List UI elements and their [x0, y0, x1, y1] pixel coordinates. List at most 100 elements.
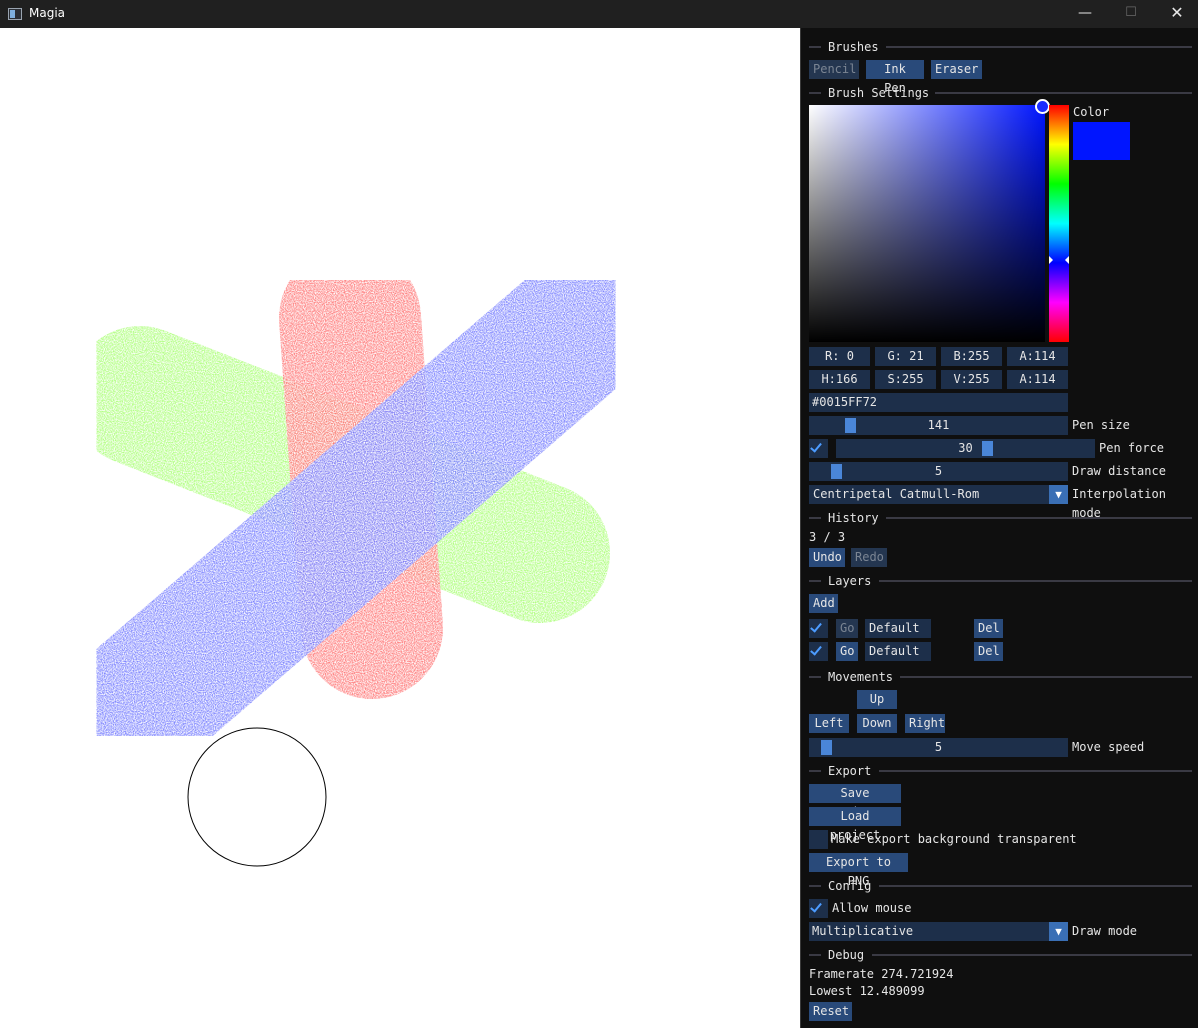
redo-button[interactable]: Redo — [851, 548, 887, 567]
move-right-button[interactable]: Right — [905, 714, 945, 733]
hue-marker-right — [1065, 256, 1069, 264]
separator-line — [872, 954, 1192, 956]
section-header-export: Export — [828, 764, 872, 778]
pen-force-slider[interactable]: 30 — [836, 439, 1095, 458]
blue-channel-field[interactable]: B:255 — [941, 347, 1002, 366]
separator-line — [886, 46, 1192, 48]
transparent-background-checkbox[interactable] — [809, 830, 828, 849]
pen-force-value: 30 — [958, 441, 973, 455]
hex-color-input[interactable]: #0015FF72 — [809, 393, 1068, 412]
separator-line — [809, 954, 821, 956]
hue-field[interactable]: H:166 — [809, 370, 870, 389]
app-icon — [8, 8, 22, 20]
move-speed-slider[interactable]: 5 — [809, 738, 1068, 757]
ink-pen-brush-button[interactable]: Ink Pen — [866, 60, 924, 95]
separator-line — [809, 580, 821, 582]
layer-go-button[interactable]: Go — [836, 619, 858, 638]
undo-button[interactable]: Undo — [809, 548, 845, 567]
check-icon — [810, 440, 822, 453]
color-swatch[interactable] — [1073, 122, 1130, 160]
slider-grab[interactable] — [831, 464, 842, 479]
lowest-framerate-readout: Lowest 12.489099 — [809, 984, 925, 998]
reset-button[interactable]: Reset — [809, 1002, 852, 1021]
layer-delete-button[interactable]: Del — [974, 619, 1003, 638]
separator-line — [879, 770, 1192, 772]
allow-mouse-label: Allow mouse — [832, 901, 912, 915]
brush-cursor — [187, 727, 327, 867]
separator-line — [809, 885, 821, 887]
eraser-brush-button[interactable]: Eraser — [931, 60, 982, 79]
separator-line — [886, 517, 1192, 519]
color-picker-cursor[interactable] — [1035, 99, 1050, 114]
separator-line — [879, 580, 1192, 582]
check-icon — [810, 643, 822, 656]
draw-distance-slider[interactable]: 5 — [809, 462, 1068, 481]
check-icon — [810, 620, 822, 633]
layer-delete-button[interactable]: Del — [974, 642, 1003, 661]
minimize-button[interactable]: — — [1062, 0, 1108, 28]
section-header-debug: Debug — [828, 948, 865, 962]
history-position: 3 / 3 — [809, 530, 846, 544]
pen-size-label: Pen size — [1072, 418, 1130, 432]
separator-line — [935, 92, 1192, 94]
separator-line — [900, 676, 1192, 678]
pen-force-label: Pen force — [1099, 441, 1165, 455]
separator-line — [879, 885, 1192, 887]
move-down-button[interactable]: Down — [857, 714, 897, 733]
load-project-button[interactable]: Load project — [809, 807, 901, 842]
settings-panel: Brushes Pencil Ink Pen Eraser Brush Sett… — [800, 28, 1198, 1028]
pen-force-checkbox[interactable] — [809, 439, 828, 458]
pen-size-slider[interactable]: 141 — [809, 416, 1068, 435]
section-header-brushes: Brushes — [828, 40, 879, 54]
window-title: Magia — [29, 6, 66, 20]
pencil-brush-button[interactable]: Pencil — [809, 60, 859, 79]
add-layer-button[interactable]: Add — [809, 594, 838, 613]
separator-line — [809, 46, 821, 48]
color-label: Color — [1073, 105, 1110, 119]
red-channel-field[interactable]: R: 0 — [809, 347, 870, 366]
section-header-config: Config — [828, 879, 872, 893]
slider-grab[interactable] — [982, 441, 993, 456]
saturation-field[interactable]: S:255 — [875, 370, 936, 389]
check-icon — [810, 900, 822, 913]
layer-name-input[interactable]: Default — [865, 642, 931, 661]
separator-line — [809, 770, 821, 772]
drawing-canvas[interactable] — [0, 28, 800, 1028]
alpha-channel-field[interactable]: A:114 — [1007, 347, 1068, 366]
saturation-value-picker[interactable] — [809, 105, 1045, 342]
separator-line — [809, 92, 821, 94]
maximize-button[interactable]: ☐ — [1108, 0, 1154, 28]
draw-mode-label: Draw mode — [1072, 924, 1138, 938]
slider-grab[interactable] — [845, 418, 856, 433]
allow-mouse-checkbox[interactable] — [809, 899, 828, 918]
title-bar: Magia — ☐ ✕ — [0, 0, 1198, 28]
move-left-button[interactable]: Left — [809, 714, 849, 733]
hue-slider[interactable] — [1049, 105, 1069, 342]
layer-name-input[interactable]: Default — [865, 619, 931, 638]
export-png-button[interactable]: Export to PNG — [809, 853, 908, 888]
section-header-movements: Movements — [828, 670, 894, 684]
layer-go-button[interactable]: Go — [836, 642, 858, 661]
close-button[interactable]: ✕ — [1154, 0, 1198, 28]
section-header-brush-settings: Brush Settings — [828, 86, 930, 100]
dropdown-arrow-icon[interactable]: ▼ — [1049, 922, 1068, 941]
dropdown-arrow-icon[interactable]: ▼ — [1049, 485, 1068, 504]
separator-line — [809, 517, 821, 519]
move-speed-label: Move speed — [1072, 740, 1145, 754]
section-header-layers: Layers — [828, 574, 872, 588]
pen-size-value: 141 — [927, 418, 950, 432]
draw-distance-label: Draw distance — [1072, 464, 1166, 478]
layer-visible-checkbox[interactable] — [809, 642, 828, 661]
value-field[interactable]: V:255 — [941, 370, 1002, 389]
draw-mode-select[interactable]: Multiplicative — [809, 922, 1049, 941]
section-header-history: History — [828, 511, 879, 525]
move-up-button[interactable]: Up — [857, 690, 897, 709]
interpolation-mode-select[interactable]: Centripetal Catmull-Rom — [809, 485, 1049, 504]
alpha-hsv-field[interactable]: A:114 — [1007, 370, 1068, 389]
save-project-button[interactable]: Save project — [809, 784, 901, 819]
green-channel-field[interactable]: G: 21 — [875, 347, 936, 366]
slider-grab[interactable] — [821, 740, 832, 755]
layer-visible-checkbox[interactable] — [809, 619, 828, 638]
transparent-background-label: Make export background transparent — [831, 832, 1077, 846]
hue-marker-left — [1049, 256, 1053, 264]
